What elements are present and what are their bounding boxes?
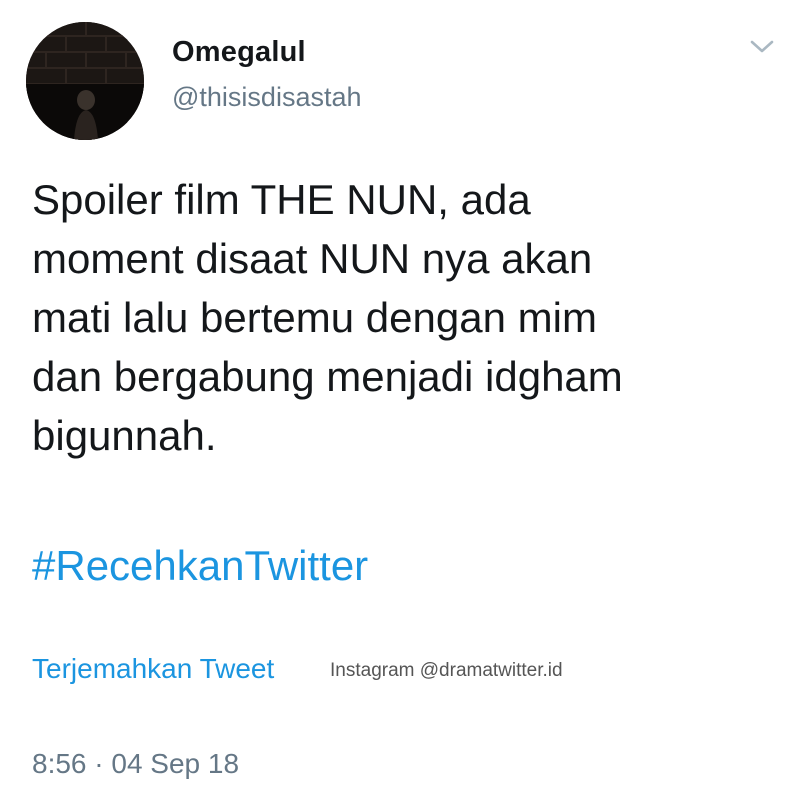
avatar-image — [26, 22, 144, 140]
tweet-text: Spoiler film THE NUN, ada moment disaat … — [32, 176, 623, 459]
tweet-card: Omegalul @thisisdisastah Spoiler film TH… — [0, 0, 800, 796]
user-handle[interactable]: @thisisdisastah — [172, 82, 362, 113]
chevron-down-icon[interactable] — [745, 34, 779, 58]
avatar[interactable] — [26, 22, 144, 140]
tweet-timestamp: 8:56 · 04 Sep 18 — [32, 748, 240, 779]
hashtag-link[interactable]: #RecehkanTwitter — [32, 536, 368, 595]
translate-tweet-link[interactable]: Terjemahkan Tweet — [32, 653, 274, 685]
display-name[interactable]: Omegalul — [172, 36, 306, 69]
watermark: Instagram @dramatwitter.id — [330, 660, 563, 681]
